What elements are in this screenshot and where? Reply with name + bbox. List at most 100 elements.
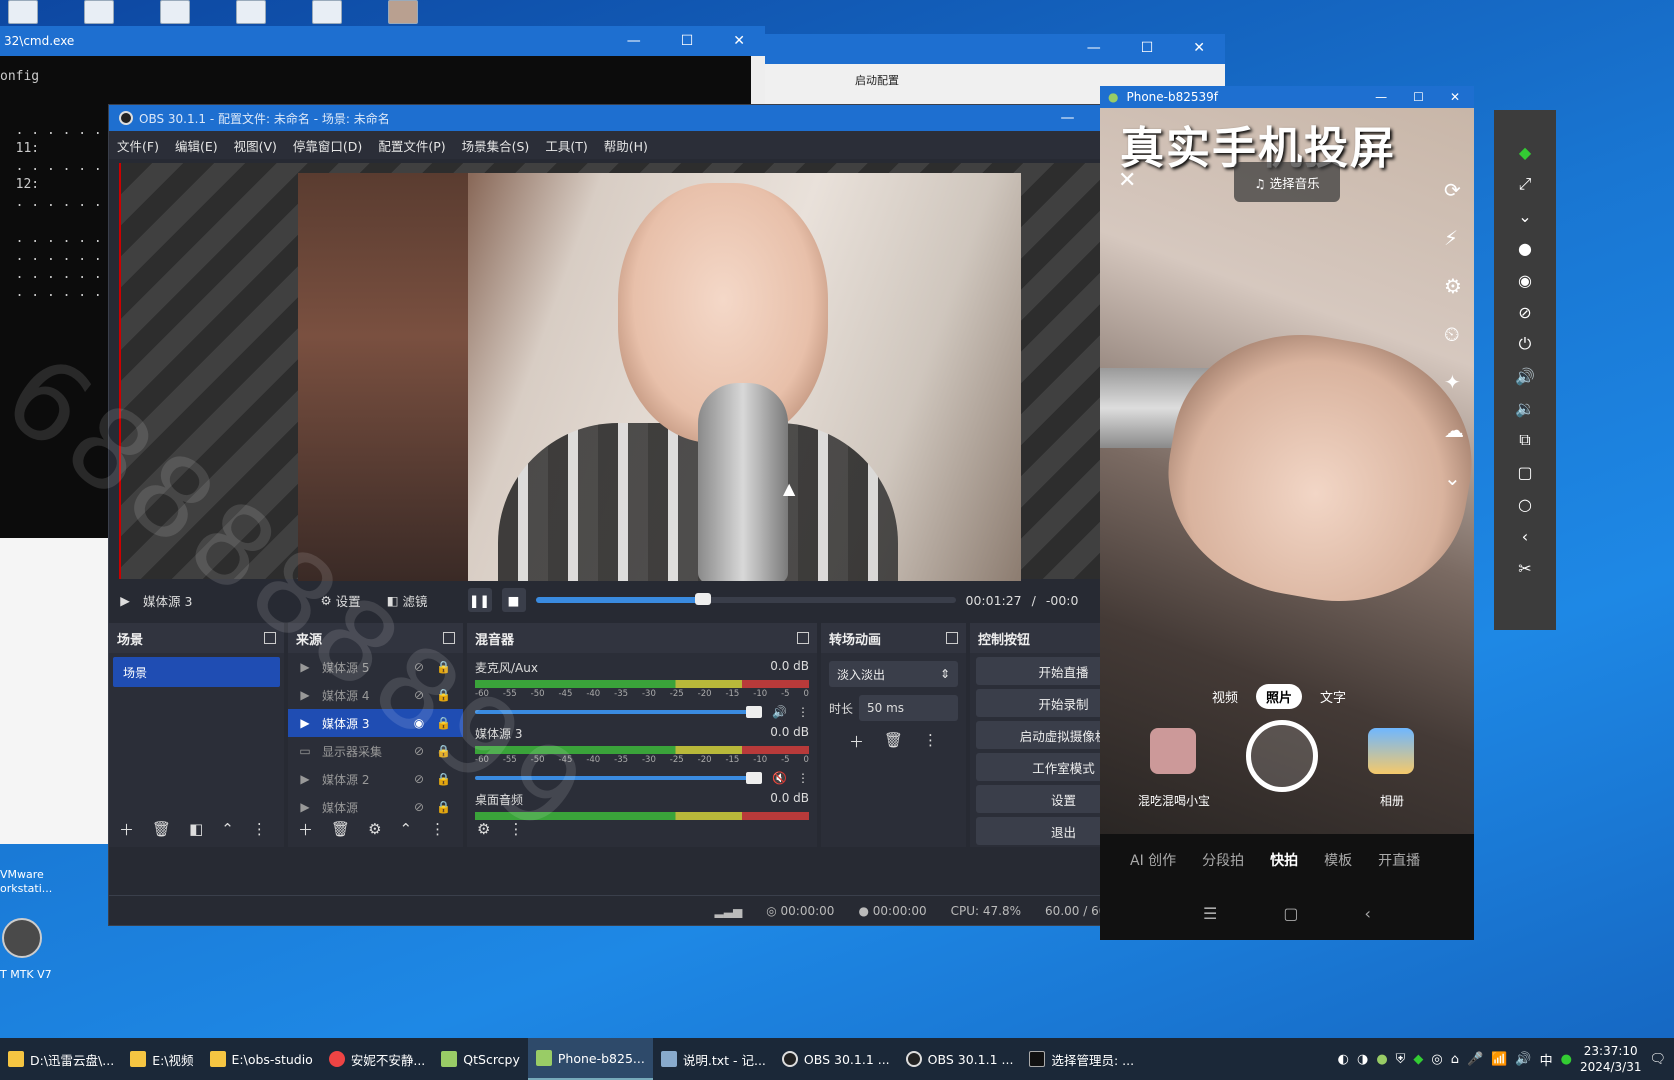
mode-tab[interactable]: 视频	[1212, 687, 1238, 706]
source-row-selected[interactable]: ▶ 媒体源 3 ◉ 🔒	[288, 709, 463, 737]
photo-icon[interactable]	[388, 0, 418, 24]
add-icon[interactable]: ＋	[298, 819, 313, 840]
source-row[interactable]: ▶ 媒体源 2 ⊘ 🔒	[288, 765, 463, 793]
app-switch-icon[interactable]: ⧉	[1508, 428, 1542, 452]
lock-icon[interactable]: 🔒	[436, 716, 451, 730]
transition-select[interactable]: 淡入淡出 ⇕	[829, 661, 958, 687]
trash-icon[interactable]: 🗑	[884, 731, 903, 752]
speaker-icon[interactable]: 🔊	[772, 705, 787, 719]
chevron-down-icon[interactable]: ⌄	[1444, 466, 1464, 490]
volume-slider-handle[interactable]	[746, 772, 763, 784]
eye-off-icon[interactable]: ⊘	[1508, 300, 1542, 324]
menu-scene-collection[interactable]: 场景集合(S)	[462, 136, 530, 155]
phone-titlebar[interactable]: ● Phone-b82539f — ☐ ✕	[1100, 86, 1474, 108]
tray-app-icon[interactable]: ◐	[1338, 1052, 1349, 1067]
timer-icon[interactable]: ⏲	[1444, 322, 1464, 346]
nav-ai-create[interactable]: AI 创作	[1130, 850, 1176, 870]
hidden-eye-icon[interactable]: ⊘	[412, 744, 426, 758]
taskbar-item-active[interactable]: Phone-b825...	[527, 1038, 653, 1080]
obs-preview[interactable]: ▲	[119, 163, 1159, 581]
maximize-icon[interactable]: ☐	[1141, 40, 1154, 64]
power-icon[interactable]: ⏻	[1508, 332, 1542, 356]
close-icon[interactable]: ✕	[1450, 90, 1460, 104]
volume-down-icon[interactable]: 🔉	[1508, 396, 1542, 420]
taskbar-item[interactable]: OBS 30.1.1 ...	[898, 1038, 1022, 1080]
qtscrcpy-titlebar[interactable]: — ☐ ✕	[765, 34, 1225, 64]
nav-go-live[interactable]: 开直播	[1378, 850, 1420, 870]
menu-edit[interactable]: 编辑(E)	[175, 136, 218, 155]
menu-profile[interactable]: 配置文件(P)	[378, 136, 445, 155]
back-icon[interactable]: ‹	[1365, 904, 1371, 923]
close-icon[interactable]: ✕	[733, 33, 745, 49]
circle-icon[interactable]: ○	[1508, 492, 1542, 516]
minimize-icon[interactable]: —	[1375, 90, 1387, 104]
mtk-desktop-label[interactable]: T MTK V7	[0, 968, 52, 981]
hidden-eye-icon[interactable]: ⊘	[412, 660, 426, 674]
more-icon[interactable]: ⋮	[508, 820, 523, 838]
filter-icon[interactable]: ☁	[1444, 418, 1464, 442]
album-icon[interactable]	[1368, 728, 1414, 774]
avatar[interactable]	[1150, 728, 1196, 774]
microphone-icon[interactable]: 🎤	[1467, 1052, 1483, 1067]
file-icon[interactable]	[84, 0, 114, 24]
home-icon[interactable]: ▢	[1283, 904, 1298, 923]
phone-screen[interactable]: 真实手机投屏 ✕ ♫ 选择音乐 ⟳ ⚡ ⚙ ⏲ ✦ ☁ ⌄ 视频 照片 文字 混…	[1100, 108, 1474, 834]
undock-icon[interactable]	[946, 632, 958, 644]
move-up-icon[interactable]: ⌃	[400, 820, 413, 838]
maximize-icon[interactable]: ☐	[1413, 90, 1424, 104]
nav-quick-shot[interactable]: 快拍	[1270, 850, 1298, 870]
mode-tab[interactable]: 文字	[1320, 687, 1346, 706]
shutter-button[interactable]	[1246, 720, 1318, 792]
eye-icon[interactable]: ◉	[1508, 268, 1542, 292]
nav-segmented[interactable]: 分段拍	[1202, 850, 1244, 870]
file-icon[interactable]	[312, 0, 342, 24]
tray-app-icon[interactable]: ◑	[1357, 1052, 1368, 1067]
menu-help[interactable]: 帮助(H)	[604, 136, 648, 155]
flip-camera-icon[interactable]: ⟳	[1444, 178, 1464, 202]
undock-icon[interactable]	[797, 632, 809, 644]
undock-icon[interactable]	[443, 632, 455, 644]
lock-icon[interactable]: 🔒	[436, 744, 451, 758]
mode-tab-active[interactable]: 照片	[1256, 684, 1303, 709]
taskbar-item[interactable]: 安妮不安静...	[321, 1038, 433, 1080]
mtk-app-icon[interactable]	[2, 918, 42, 958]
square-icon[interactable]: ▢	[1508, 460, 1542, 484]
menu-view[interactable]: 视图(V)	[234, 136, 277, 155]
volume-slider[interactable]	[475, 706, 763, 718]
menu-icon[interactable]: ☰	[1203, 904, 1217, 923]
more-icon[interactable]: ⋮	[252, 820, 267, 838]
scissors-icon[interactable]: ✂	[1508, 556, 1542, 580]
pause-button[interactable]: ❚❚	[467, 588, 492, 612]
taskbar-item[interactable]: OBS 30.1.1 ...	[774, 1038, 898, 1080]
move-up-icon[interactable]: ⌃	[221, 820, 234, 838]
seekbar-handle[interactable]	[695, 593, 712, 605]
network-icon[interactable]: 📶	[1491, 1052, 1507, 1067]
notification-icon[interactable]: 🗨	[1649, 1052, 1666, 1067]
taskbar-item[interactable]: 选择管理员: ...	[1021, 1038, 1142, 1080]
advanced-audio-icon[interactable]: ⚙	[477, 820, 490, 838]
eye-icon[interactable]: ◉	[412, 716, 426, 730]
hidden-eye-icon[interactable]: ⊘	[412, 688, 426, 702]
back-icon[interactable]: ‹	[1508, 524, 1542, 548]
speaker-icon[interactable]: 🔊	[1515, 1052, 1531, 1067]
taskbar-item[interactable]: E:\obs-studio	[202, 1038, 321, 1080]
menu-file[interactable]: 文件(F)	[117, 136, 159, 155]
menu-docks[interactable]: 停靠窗口(D)	[293, 136, 362, 155]
media-seekbar[interactable]	[535, 593, 956, 605]
usb-icon[interactable]: ⌂	[1451, 1052, 1459, 1067]
minimize-icon[interactable]: —	[1087, 40, 1101, 64]
android-icon[interactable]: ●	[1376, 1052, 1387, 1067]
media-settings-button[interactable]: ⚙ 设置	[312, 587, 368, 614]
volume-slider[interactable]	[475, 772, 763, 784]
taskbar-item[interactable]: 说明.txt - 记...	[653, 1038, 774, 1080]
close-icon[interactable]: ✕	[1118, 168, 1136, 193]
stop-button[interactable]: ■	[501, 588, 526, 612]
expand-icon[interactable]: ⌄	[1508, 204, 1542, 228]
lock-icon[interactable]: 🔒	[436, 772, 451, 786]
more-icon[interactable]: ⋮	[923, 731, 938, 752]
obs-titlebar[interactable]: OBS 30.1.1 - 配置文件: 未命名 - 场景: 未命名 — ☐	[109, 105, 1157, 131]
undock-icon[interactable]	[264, 632, 276, 644]
volume-slider-handle[interactable]	[746, 706, 763, 718]
source-row[interactable]: ▶ 媒体源 4 ⊘ 🔒	[288, 681, 463, 709]
wechat-icon[interactable]: ◆	[1413, 1052, 1423, 1067]
